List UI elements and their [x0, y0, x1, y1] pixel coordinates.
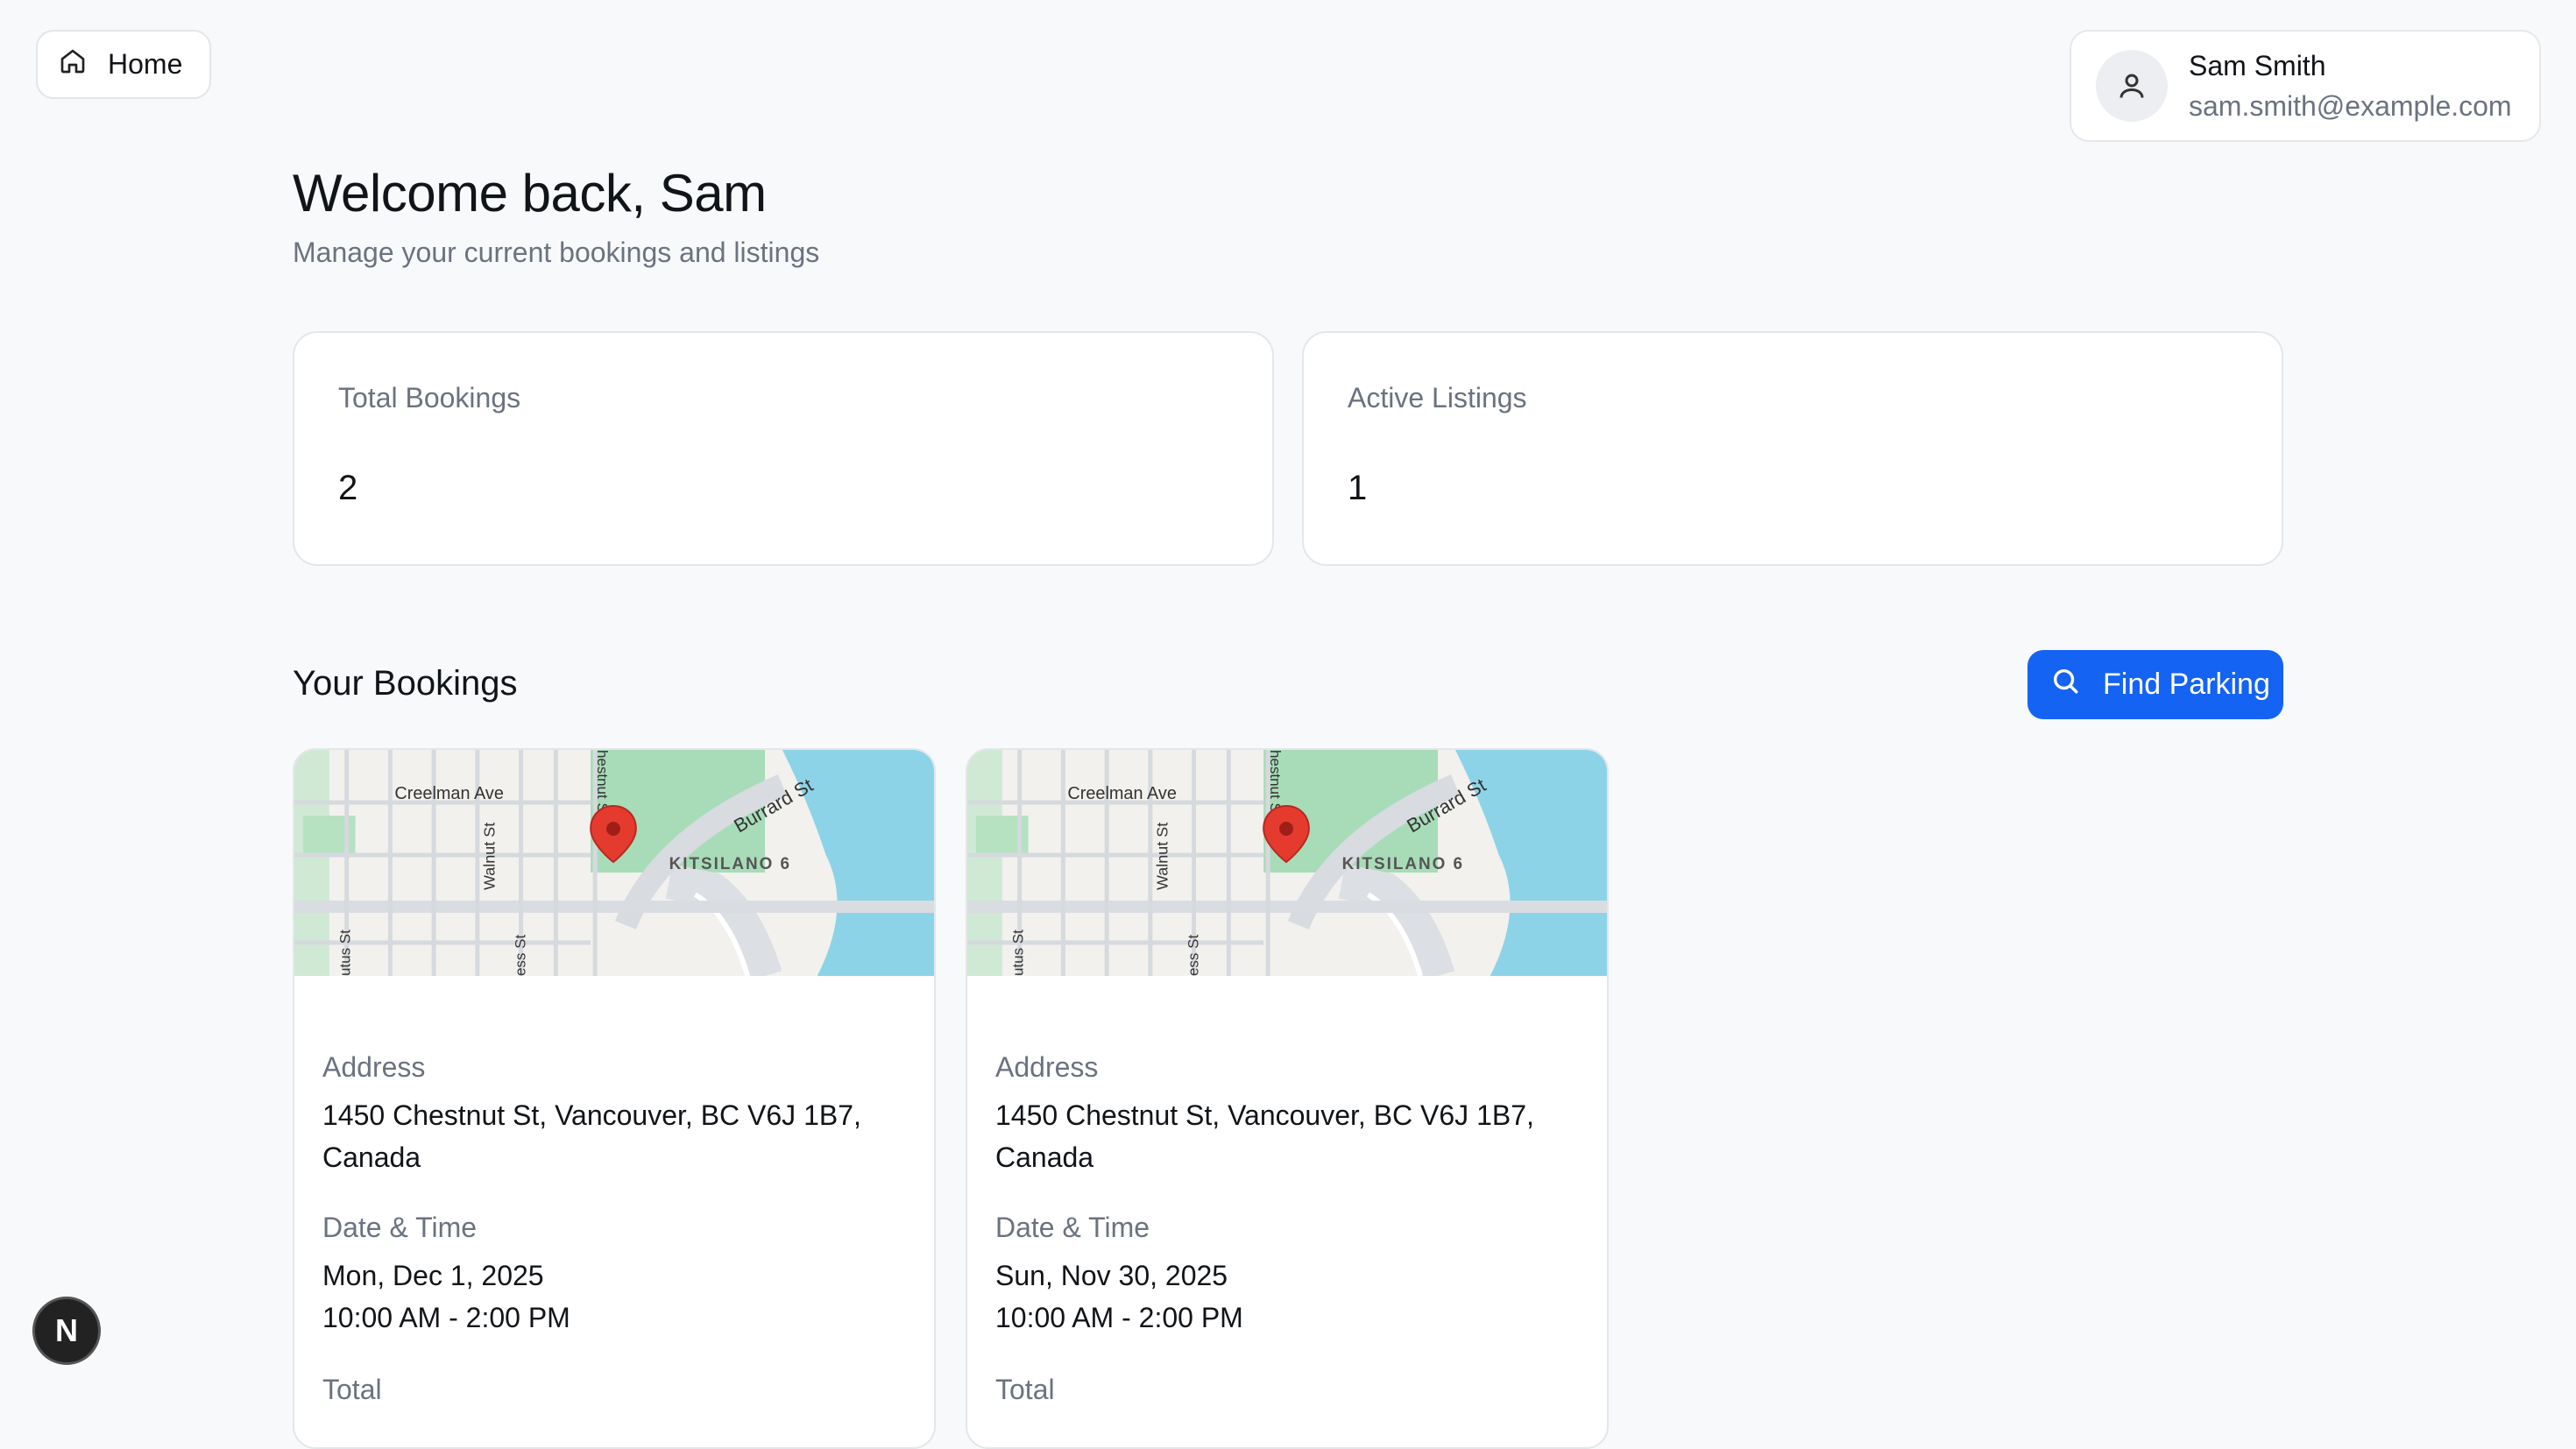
- booking-map[interactable]: Creelman Ave Walnut St Burrard St KITSIL…: [294, 750, 934, 976]
- datetime-label: Date & Time: [322, 1212, 478, 1243]
- booking-date: Mon, Dec 1, 2025: [322, 1260, 544, 1291]
- map-label-cypress: ess St: [513, 935, 529, 976]
- stat-card-active-listings: Active Listings 1: [1302, 331, 2283, 566]
- find-parking-button[interactable]: Find Parking: [2028, 650, 2283, 719]
- booking-time: 10:00 AM - 2:00 PM: [995, 1302, 1243, 1333]
- map-label-walnut: Walnut St: [1154, 823, 1171, 890]
- user-email: sam.smith@example.com: [2189, 90, 2512, 122]
- bookings-section-title: Your Bookings: [293, 664, 518, 703]
- map-label-kitsilano: KITSILANO 6: [1342, 855, 1464, 873]
- user-name: Sam Smith: [2189, 49, 2326, 81]
- address-label: Address: [995, 1051, 1099, 1083]
- map-label-cypress: ess St: [1185, 935, 1202, 976]
- stat-card-total-bookings: Total Bookings 2: [293, 331, 1274, 566]
- stat-value: 2: [338, 469, 358, 507]
- map-label-chestnut: hestnut S: [1267, 750, 1284, 813]
- map-label-arbutus: utus St: [1010, 929, 1027, 976]
- address-value: 1450 Chestnut St, Vancouver, BC V6J 1B7,…: [995, 1099, 1534, 1173]
- home-button[interactable]: Home: [36, 30, 211, 99]
- booking-card[interactable]: Creelman Ave Walnut St Burrard St KITSIL…: [966, 748, 1609, 1449]
- find-parking-label: Find Parking: [2103, 668, 2270, 701]
- booking-map[interactable]: Creelman Ave Walnut St Burrard St KITSIL…: [967, 750, 1607, 976]
- search-icon: [2050, 666, 2080, 703]
- user-profile-card[interactable]: Sam Smith sam.smith@example.com: [2070, 30, 2541, 142]
- total-label: Total: [322, 1374, 382, 1405]
- avatar: [2096, 50, 2168, 122]
- stat-label: Total Bookings: [338, 382, 521, 413]
- home-icon: [59, 47, 87, 82]
- map-label-walnut: Walnut St: [481, 823, 499, 890]
- home-label: Home: [108, 48, 183, 80]
- dev-tools-badge[interactable]: N: [32, 1297, 101, 1365]
- map-label-creelman: Creelman Ave: [394, 784, 504, 803]
- user-icon: [2120, 74, 2144, 98]
- map-label-kitsilano: KITSILANO 6: [669, 855, 791, 873]
- dev-badge-letter: N: [55, 1312, 78, 1348]
- booking-date: Sun, Nov 30, 2025: [995, 1260, 1228, 1291]
- address-label: Address: [322, 1051, 426, 1083]
- page-title: Welcome back, Sam: [293, 164, 767, 223]
- booking-time: 10:00 AM - 2:00 PM: [322, 1302, 570, 1333]
- page-subtitle: Manage your current bookings and listing…: [293, 237, 820, 268]
- total-label: Total: [995, 1374, 1055, 1405]
- stat-value: 1: [1348, 469, 1368, 507]
- datetime-label: Date & Time: [995, 1212, 1150, 1243]
- map-label-creelman: Creelman Ave: [1067, 784, 1177, 803]
- stat-label: Active Listings: [1348, 382, 1527, 413]
- address-value: 1450 Chestnut St, Vancouver, BC V6J 1B7,…: [322, 1099, 861, 1173]
- booking-card[interactable]: Creelman Ave Walnut St Burrard St KITSIL…: [293, 748, 936, 1449]
- map-label-chestnut: hestnut S: [594, 750, 611, 813]
- map-label-arbutus: utus St: [337, 929, 354, 976]
